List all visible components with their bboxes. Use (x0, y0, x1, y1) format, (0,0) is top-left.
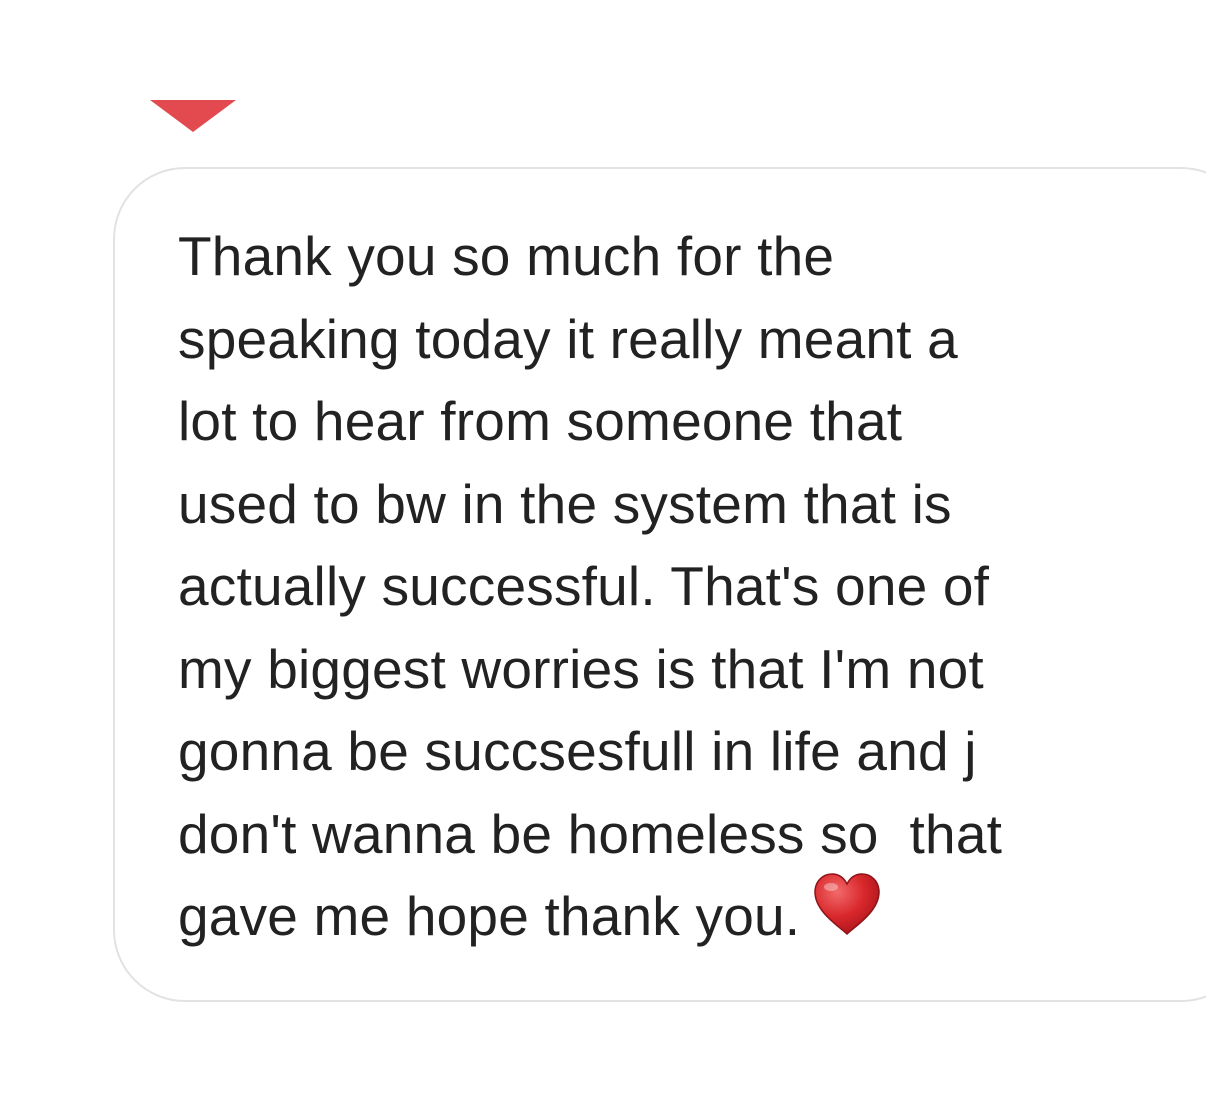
caret-down-icon (150, 100, 236, 132)
message-line: don't wanna be homeless so that (178, 802, 1003, 865)
message-line: my biggest worries is that I'm not (178, 637, 984, 700)
message-line: actually successful. That's one of (178, 555, 990, 617)
message-line-last: gave me hope thank you. (178, 872, 1168, 959)
heart-icon (812, 872, 882, 959)
message-line-text: gave me hope thank you. (178, 885, 801, 947)
message-line: used to bw in the system that is (178, 472, 952, 535)
message-line: speaking today it really meant a (178, 307, 958, 370)
message-line: lot to hear from someone that (178, 390, 903, 452)
message-line: Thank you so much for the (178, 225, 835, 287)
message-line: gonna be succsesfull in life and j (178, 720, 977, 782)
message-text: Thank you so much for the speaking today… (178, 215, 1168, 959)
